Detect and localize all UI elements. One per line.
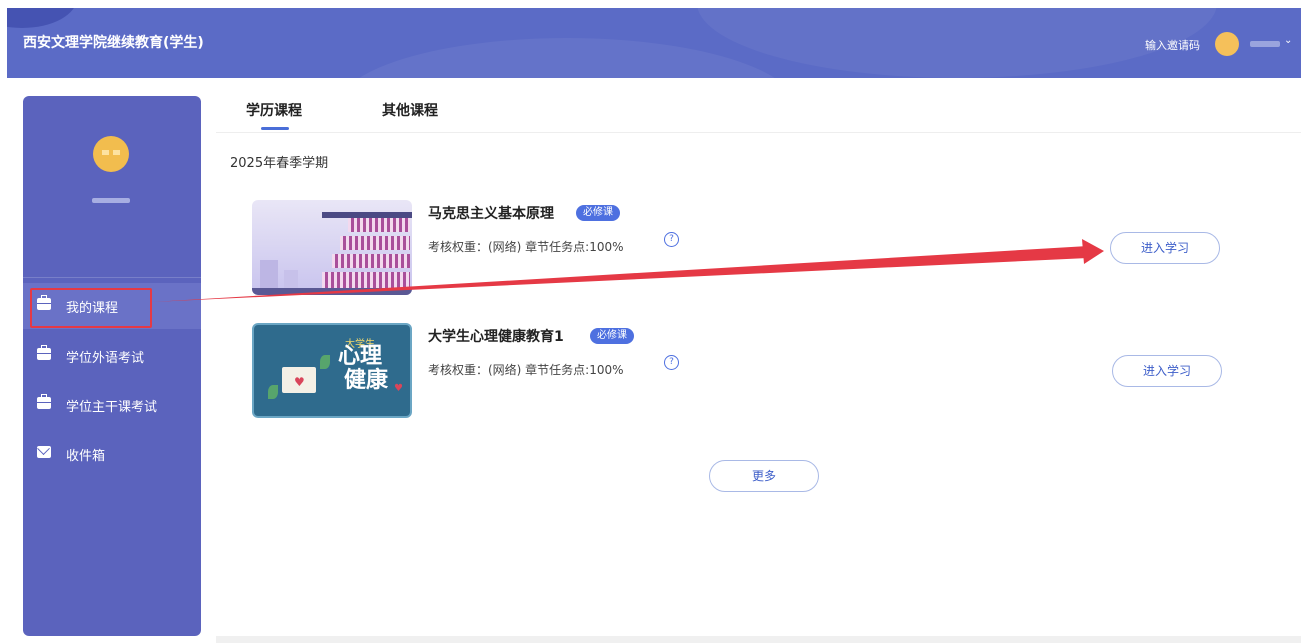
sidebar-item-degree-foreign-language-exam[interactable]: 学位外语考试 <box>23 333 201 379</box>
briefcase-icon <box>37 394 51 409</box>
header-decoration <box>337 38 797 78</box>
top-header: 西安文理学院继续教育(学生) 输入邀请码 ⌄ <box>7 8 1301 78</box>
building-floor <box>322 272 410 288</box>
course-tabs: 学历课程 其他课程 <box>216 80 1301 133</box>
background-building <box>260 260 278 288</box>
heart-icon: ♥ <box>394 383 403 394</box>
leaf-decoration <box>268 385 278 399</box>
sidebar-avatar <box>93 136 129 172</box>
bottom-divider <box>216 636 1301 643</box>
more-button[interactable]: 更多 <box>709 460 819 492</box>
sidebar-item-label: 学位主干课考试 <box>66 400 158 415</box>
required-badge: 必修课 <box>576 205 620 221</box>
user-avatar[interactable] <box>1215 32 1239 56</box>
app-title: 西安文理学院继续教育(学生) <box>23 35 204 51</box>
help-icon[interactable]: ? <box>664 232 679 247</box>
page: 西安文理学院继续教育(学生) 输入邀请码 ⌄ 我的课程 学位外语考试 学位主干课… <box>0 0 1301 643</box>
sidebar-item-label: 我的课程 <box>66 301 119 316</box>
building-floor <box>332 254 410 268</box>
course-card: 马克思主义基本原理 必修课 考核权重：(网络) 章节任务点:100% ? 进入学… <box>252 200 1232 296</box>
course-title[interactable]: 大学生心理健康教育1 <box>428 326 564 346</box>
course-thumbnail[interactable] <box>252 200 412 295</box>
header-decoration <box>7 8 77 28</box>
sidebar-item-label: 收件箱 <box>66 449 106 464</box>
enter-study-button[interactable]: 进入学习 <box>1112 355 1222 387</box>
sidebar-user-name-blurred <box>92 198 130 203</box>
course-assessment-info: 考核权重：(网络) 章节任务点:100% <box>428 363 624 377</box>
briefcase-icon <box>37 295 51 310</box>
sidebar-item-label: 学位外语考试 <box>66 351 145 366</box>
course-assessment-info: 考核权重：(网络) 章节任务点:100% <box>428 240 624 254</box>
required-badge: 必修课 <box>590 328 634 344</box>
invite-code-link[interactable]: 输入邀请码 <box>1145 37 1200 53</box>
avatar-eye <box>113 150 120 155</box>
thumbnail-title: 心理 健康 <box>338 345 388 393</box>
course-thumbnail[interactable]: 大学生 心理 健康 ♥ ♥ <box>252 323 412 418</box>
building-floor <box>340 236 410 250</box>
mail-icon <box>37 446 51 458</box>
enter-study-button[interactable]: 进入学习 <box>1110 232 1220 264</box>
briefcase-icon <box>37 345 51 360</box>
tab-degree-courses[interactable]: 学历课程 <box>246 100 302 120</box>
course-card: 大学生 心理 健康 ♥ ♥ 大学生心理健康教育1 必修课 考核权重：(网络) 章… <box>252 323 1232 419</box>
building-floor <box>348 218 410 232</box>
course-title[interactable]: 马克思主义基本原理 <box>428 203 554 223</box>
thumbnail-title-line: 健康 <box>344 368 389 393</box>
sidebar-item-degree-main-course-exam[interactable]: 学位主干课考试 <box>23 382 201 428</box>
active-tab-indicator <box>261 127 289 130</box>
avatar-eye <box>102 150 109 155</box>
tab-other-courses[interactable]: 其他课程 <box>382 100 438 120</box>
help-icon[interactable]: ? <box>664 355 679 370</box>
sidebar-item-my-courses[interactable]: 我的课程 <box>23 283 201 329</box>
building-base <box>252 288 412 295</box>
leaf-decoration <box>320 355 330 369</box>
heart-icon: ♥ <box>294 375 305 389</box>
thumbnail-title-line: 心理 <box>338 344 383 369</box>
background-building <box>284 270 298 288</box>
chevron-down-icon[interactable]: ⌄ <box>1284 35 1292 46</box>
header-decoration <box>697 8 1217 78</box>
sidebar-item-inbox[interactable]: 收件箱 <box>23 431 201 477</box>
sidebar-divider <box>23 277 201 278</box>
user-name-blurred[interactable] <box>1250 41 1280 47</box>
sidebar: 我的课程 学位外语考试 学位主干课考试 收件箱 <box>23 96 201 636</box>
semester-label: 2025年春季学期 <box>230 156 329 171</box>
